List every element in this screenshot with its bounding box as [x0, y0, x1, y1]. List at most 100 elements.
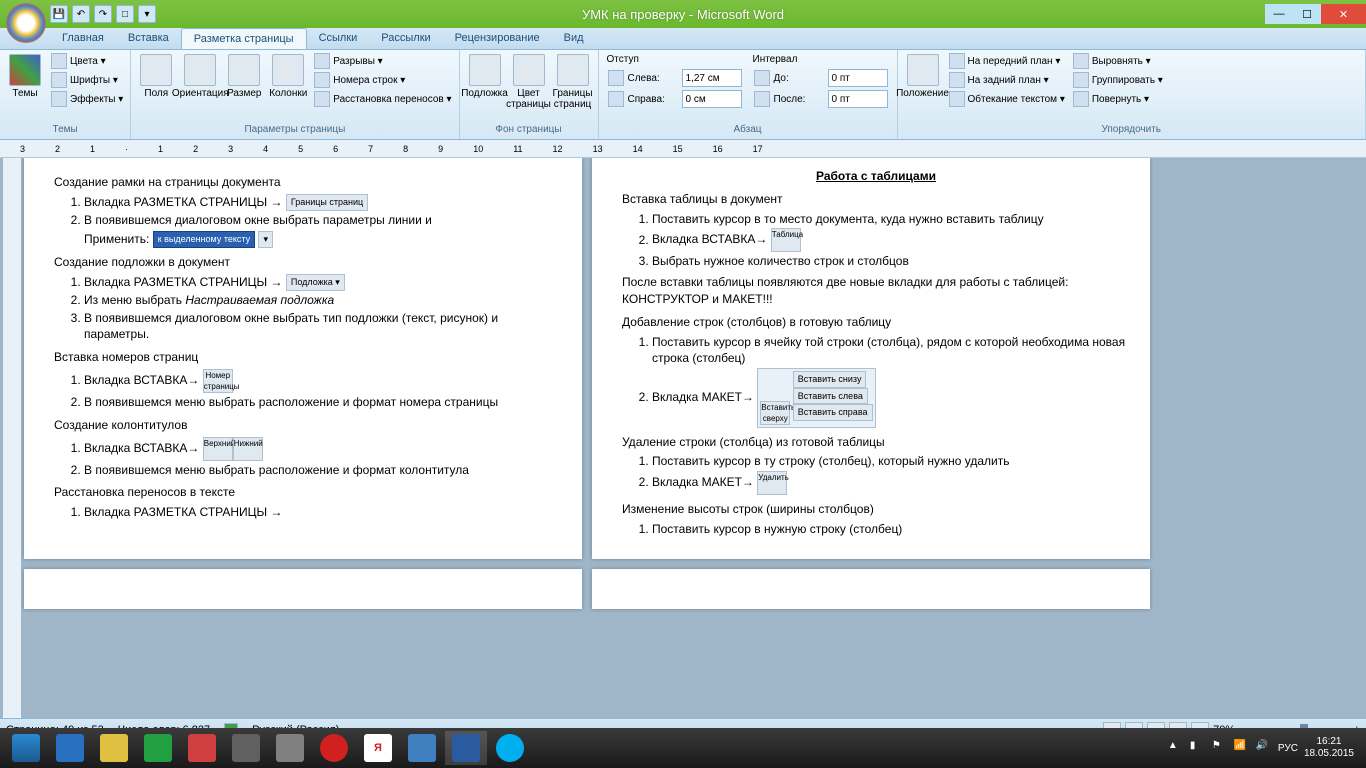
qat-save[interactable]: 💾 — [50, 5, 68, 23]
tray-volume-icon[interactable]: 🔊 — [1256, 740, 1272, 756]
fonts-icon — [51, 72, 67, 88]
text-wrap-button[interactable]: Обтекание текстом ▾ — [946, 90, 1068, 108]
tray-action-icon[interactable]: ⚑ — [1212, 740, 1228, 756]
chip-watermark: Подложка ▾ — [286, 274, 345, 291]
chip-borders: Границы страниц — [286, 194, 368, 211]
position-button[interactable]: Положение — [902, 52, 944, 101]
group-themes: Темы Цвета ▾ Шрифты ▾ Эффекты ▾ Темы — [0, 50, 131, 139]
office-button[interactable] — [6, 3, 46, 43]
bring-front-button[interactable]: На передний план ▾ — [946, 52, 1068, 70]
tab-home[interactable]: Главная — [50, 28, 116, 49]
colors-icon — [51, 53, 67, 69]
columns-button[interactable]: Колонки — [267, 52, 309, 101]
theme-colors[interactable]: Цвета ▾ — [48, 52, 126, 70]
taskbar-ie[interactable] — [49, 731, 91, 765]
tab-review[interactable]: Рецензирование — [443, 28, 552, 49]
taskbar-word[interactable] — [445, 731, 487, 765]
chip-footer: Нижний — [233, 437, 263, 461]
breaks-button[interactable]: Разрывы ▾ — [311, 52, 454, 70]
chip-delete: Удалить — [757, 471, 787, 495]
group-button[interactable]: Группировать ▾ — [1070, 71, 1166, 89]
indent-left-input[interactable]: 1,27 см — [682, 69, 742, 87]
ribbon-tabs: Главная Вставка Разметка страницы Ссылки… — [0, 28, 1366, 50]
taskbar-yandex[interactable]: Я — [357, 731, 399, 765]
send-back-button[interactable]: На задний план ▾ — [946, 71, 1068, 89]
tray-language[interactable]: РУС — [1278, 743, 1298, 754]
taskbar-sound[interactable] — [401, 731, 443, 765]
front-icon — [949, 53, 965, 69]
group-page-setup: Поля Ориентация Размер Колонки Разрывы ▾… — [131, 50, 459, 139]
minimize-button[interactable]: — — [1265, 4, 1293, 24]
page-color-button[interactable]: Цвет страницы — [508, 52, 550, 112]
document-page-right[interactable]: Работа с таблицами Вставка таблицы в док… — [592, 158, 1150, 559]
chip-table: Таблица — [771, 228, 801, 252]
taskbar-app3[interactable] — [269, 731, 311, 765]
group-arrange: Положение На передний план ▾ На задний п… — [898, 50, 1366, 139]
chip-apply-to: к выделенному тексту — [153, 231, 255, 248]
document-area: Создание рамки на страницы документа Вкл… — [0, 158, 1366, 718]
rotate-icon — [1073, 91, 1089, 107]
group-paragraph: Отступ Слева:1,27 см Справа:0 см Интерва… — [599, 50, 898, 139]
breaks-icon — [314, 53, 330, 69]
align-icon — [1073, 53, 1089, 69]
group-page-background: Подложка Цвет страницы Границы страниц Ф… — [460, 50, 599, 139]
tray-network-icon[interactable]: 📶 — [1234, 740, 1250, 756]
tray-up-icon[interactable]: ▲ — [1168, 740, 1184, 756]
hyphenation-button[interactable]: Расстановка переносов ▾ — [311, 90, 454, 108]
qat-more[interactable]: ▾ — [138, 5, 156, 23]
tab-mailings[interactable]: Рассылки — [369, 28, 442, 49]
taskbar-store[interactable] — [137, 731, 179, 765]
tab-references[interactable]: Ссылки — [307, 28, 370, 49]
size-button[interactable]: Размер — [223, 52, 265, 101]
next-page-left[interactable] — [24, 569, 582, 609]
hyphen-icon — [314, 91, 330, 107]
tray-clock[interactable]: 16:21 18.05.2015 — [1304, 736, 1354, 760]
window-controls: — ☐ ✕ — [1265, 4, 1366, 24]
themes-button[interactable]: Темы — [4, 52, 46, 101]
chip-header: Верхний — [203, 437, 233, 461]
maximize-button[interactable]: ☐ — [1293, 4, 1321, 24]
back-icon — [949, 72, 965, 88]
effects-icon — [51, 91, 67, 107]
tab-view[interactable]: Вид — [552, 28, 596, 49]
taskbar-explorer[interactable] — [93, 731, 135, 765]
spacing-before-input[interactable]: 0 пт — [828, 69, 888, 87]
align-button[interactable]: Выровнять ▾ — [1070, 52, 1166, 70]
qat-redo[interactable]: ↷ — [94, 5, 112, 23]
indent-right-input[interactable]: 0 см — [682, 90, 742, 108]
theme-effects[interactable]: Эффекты ▾ — [48, 90, 126, 108]
spacing-after-icon — [754, 91, 770, 107]
qat-undo[interactable]: ↶ — [72, 5, 90, 23]
tray-battery-icon[interactable]: ▮ — [1190, 740, 1206, 756]
close-button[interactable]: ✕ — [1321, 4, 1366, 24]
theme-fonts[interactable]: Шрифты ▾ — [48, 71, 126, 89]
document-page-left[interactable]: Создание рамки на страницы документа Вкл… — [24, 158, 582, 559]
horizontal-ruler[interactable]: 321·1234567891011121314151617 — [0, 140, 1366, 158]
taskbar-app1[interactable] — [181, 731, 223, 765]
spacing-before-icon — [754, 70, 770, 86]
qat-new[interactable]: □ — [116, 5, 134, 23]
taskbar-opera[interactable] — [313, 731, 355, 765]
rotate-button[interactable]: Повернуть ▾ — [1070, 90, 1166, 108]
group-icon — [1073, 72, 1089, 88]
vertical-ruler[interactable] — [3, 158, 21, 718]
next-page-right[interactable] — [592, 569, 1150, 609]
chip-page-number: Номерстраницы — [203, 369, 233, 393]
page-borders-button[interactable]: Границы страниц — [552, 52, 594, 112]
windows-taskbar: Я ▲ ▮ ⚑ 📶 🔊 РУС 16:21 18.05.2015 — [0, 728, 1366, 768]
title-bar: 💾 ↶ ↷ □ ▾ УМК на проверку - Microsoft Wo… — [0, 0, 1366, 28]
ribbon: Темы Цвета ▾ Шрифты ▾ Эффекты ▾ Темы Пол… — [0, 50, 1366, 140]
linenum-icon — [314, 72, 330, 88]
wrap-icon — [949, 91, 965, 107]
line-numbers-button[interactable]: Номера строк ▾ — [311, 71, 454, 89]
indent-right-icon — [608, 91, 624, 107]
spacing-after-input[interactable]: 0 пт — [828, 90, 888, 108]
watermark-button[interactable]: Подложка — [464, 52, 506, 101]
taskbar-skype[interactable] — [489, 731, 531, 765]
tab-insert[interactable]: Вставка — [116, 28, 181, 49]
quick-access-toolbar: 💾 ↶ ↷ □ ▾ — [50, 5, 156, 23]
start-button[interactable] — [5, 731, 47, 765]
orientation-button[interactable]: Ориентация — [179, 52, 221, 101]
taskbar-app2[interactable] — [225, 731, 267, 765]
tab-page-layout[interactable]: Разметка страницы — [181, 28, 307, 49]
